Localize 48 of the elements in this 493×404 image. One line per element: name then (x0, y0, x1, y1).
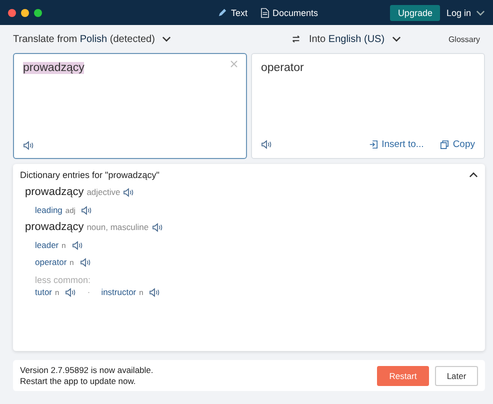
less-common-label: less common: (35, 275, 92, 285)
speaker-icon[interactable] (81, 206, 92, 214)
headword: prowadzący (25, 221, 84, 233)
speaker-icon[interactable] (152, 222, 163, 232)
translation-link[interactable]: tutor (35, 287, 52, 297)
part-of-speech: noun, masculine (86, 222, 149, 232)
translation-link[interactable]: instructor (101, 287, 136, 297)
speaker-icon[interactable] (149, 288, 160, 296)
insert-button[interactable]: Insert to... (368, 139, 424, 150)
target-language-selector[interactable]: Into English (US) (308, 34, 401, 44)
nav-tab[interactable]: Documents (260, 8, 318, 18)
part-of-speech: adjective (86, 187, 120, 197)
login-menu[interactable]: Log in (446, 8, 485, 18)
headword: prowadzący (25, 186, 84, 198)
pen-icon (218, 8, 227, 17)
maximize-icon[interactable] (34, 8, 42, 16)
source-text: prowadzący (23, 62, 84, 74)
update-message: Restart the app to update now. (20, 376, 137, 386)
minimize-icon[interactable] (21, 8, 29, 16)
upgrade-button[interactable]: Upgrade (390, 4, 440, 20)
later-button[interactable]: Later (435, 366, 478, 386)
translation-text: operator (261, 62, 304, 74)
speaker-icon[interactable] (261, 140, 272, 149)
copy-icon (440, 140, 449, 149)
copy-button[interactable]: Copy (440, 139, 475, 150)
glossary-button[interactable]: Glossary (448, 34, 480, 44)
speaker-icon[interactable] (72, 240, 83, 250)
translation-link[interactable]: leading (35, 205, 62, 215)
translation-link[interactable]: leader (35, 240, 59, 250)
speaker-icon[interactable] (123, 188, 134, 196)
document-icon (260, 8, 269, 18)
swap-icon[interactable] (292, 35, 300, 43)
nav-tab[interactable]: Text (218, 8, 248, 18)
speaker-icon[interactable] (23, 141, 34, 150)
speaker-icon[interactable] (80, 258, 91, 266)
speaker-icon[interactable] (65, 288, 76, 296)
close-window-icon[interactable] (8, 8, 16, 16)
separator: · (87, 287, 90, 297)
chevron-down-icon[interactable] (162, 36, 171, 42)
translation-link[interactable]: operator (35, 257, 67, 267)
chevron-down-icon[interactable] (476, 10, 485, 16)
update-message: Version 2.7.95892 is now available. (20, 364, 154, 376)
dictionary-title: Dictionary entries for "prowadzący" (20, 170, 160, 180)
source-language-selector[interactable]: Translate from Polish (detected) (13, 34, 171, 44)
insert-icon (368, 140, 378, 149)
source-text-field[interactable]: prowadzący (13, 53, 247, 159)
chevron-down-icon[interactable] (392, 36, 401, 42)
collapse-icon[interactable] (469, 172, 478, 178)
